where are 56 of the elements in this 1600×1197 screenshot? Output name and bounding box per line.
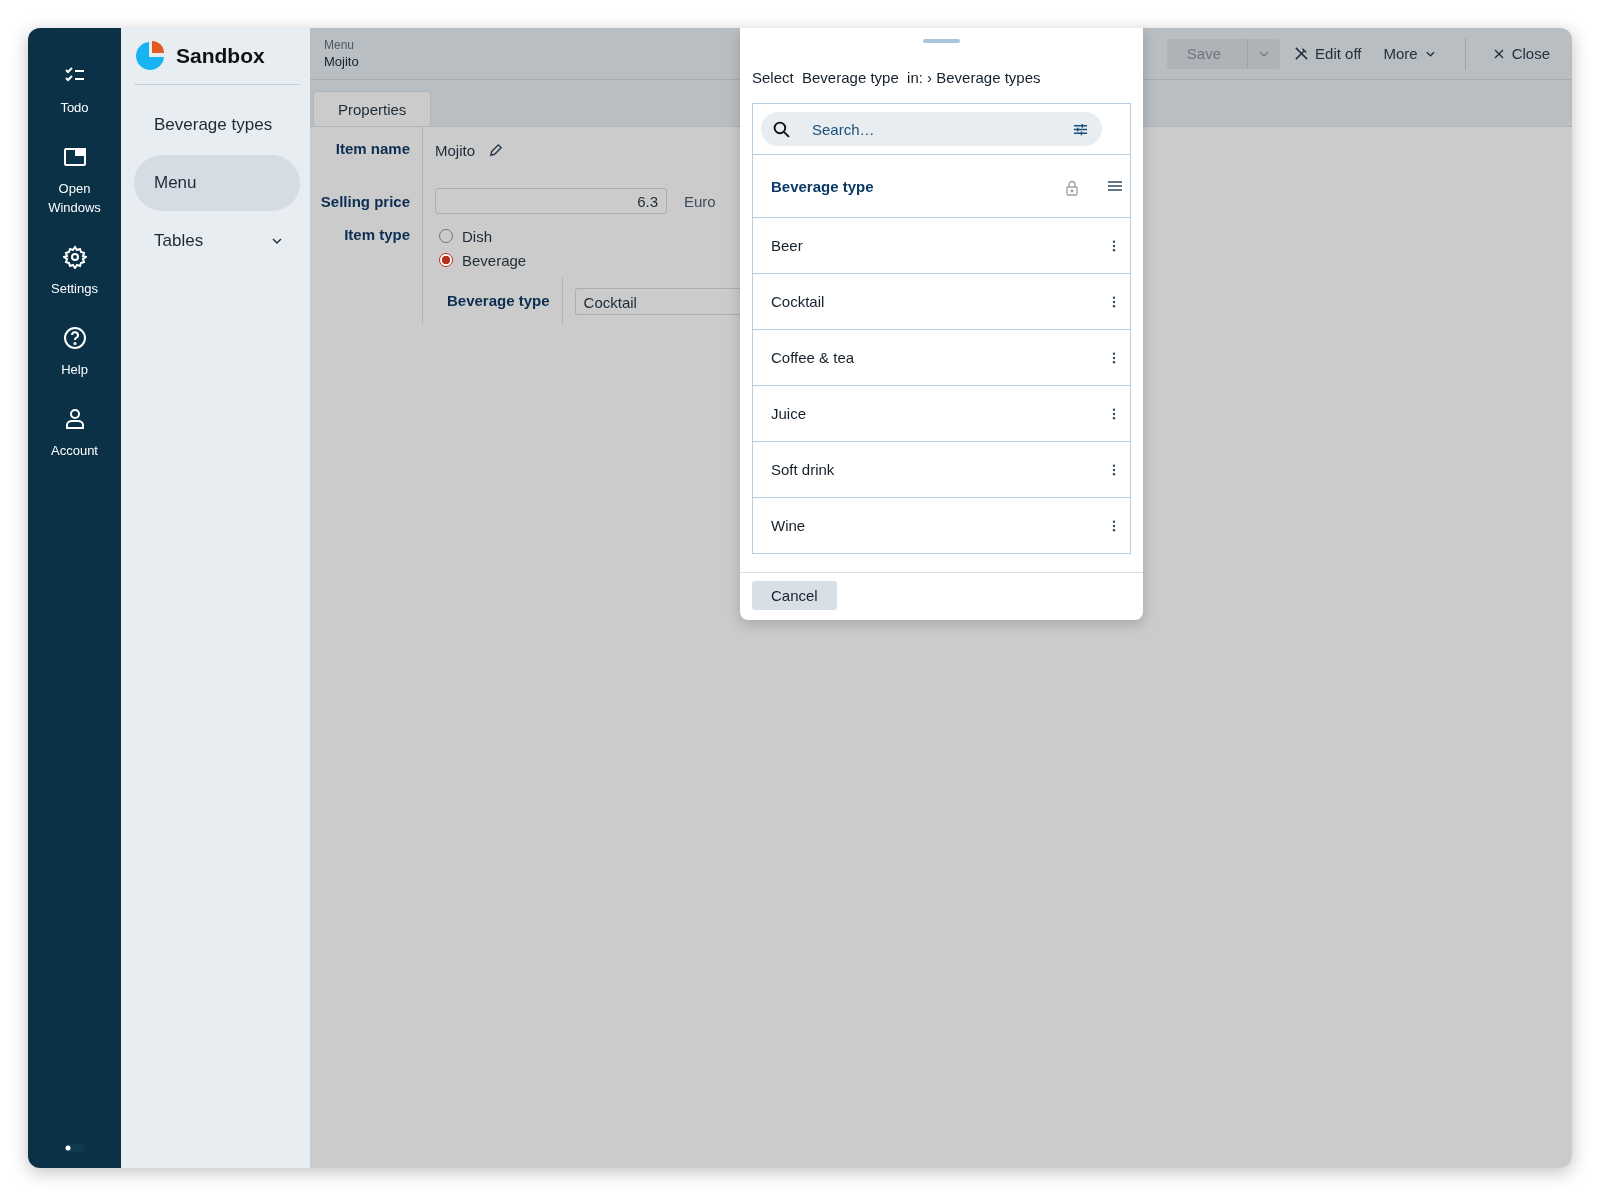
logo-icon xyxy=(134,40,166,72)
search-icon xyxy=(773,120,790,138)
field-label: Beverage type xyxy=(447,278,563,324)
nav-item[interactable]: Tables xyxy=(134,213,300,269)
rail-item[interactable]: Account xyxy=(28,407,121,460)
record-title: Mojito xyxy=(324,54,359,69)
crossed-pen-icon xyxy=(1294,46,1310,61)
list-row[interactable]: Soft drink xyxy=(771,461,1112,478)
list-row[interactable]: Wine xyxy=(771,517,1112,534)
field-label: Item type xyxy=(310,214,423,324)
help-icon xyxy=(62,326,87,350)
item-name-value: Mojito xyxy=(435,141,475,159)
kebab-icon[interactable] xyxy=(1112,351,1116,364)
price-field[interactable]: 6.3 xyxy=(435,188,667,214)
cancel-button[interactable]: Cancel xyxy=(752,581,837,610)
kebab-icon[interactable] xyxy=(1112,463,1116,476)
field-label: Selling price xyxy=(310,161,423,214)
list-row[interactable]: Beer xyxy=(771,237,1112,254)
search-input[interactable]: Search… xyxy=(810,119,1073,139)
field-label: Item name xyxy=(310,127,423,161)
column-header[interactable]: Beverage type xyxy=(771,177,1066,195)
nav-item[interactable]: Menu xyxy=(134,155,300,211)
unit-label: Euro xyxy=(684,192,716,210)
kebab-icon[interactable] xyxy=(1112,407,1116,420)
list-row[interactable]: Juice xyxy=(771,405,1112,422)
pencil-icon[interactable] xyxy=(488,142,503,158)
drag-handle[interactable] xyxy=(923,39,960,43)
tab[interactable]: Properties xyxy=(313,91,432,126)
close-icon xyxy=(1493,48,1504,59)
filter-icon[interactable] xyxy=(1073,121,1088,137)
list-row[interactable]: Coffee & tea xyxy=(771,349,1112,366)
radio-option[interactable]: Dish xyxy=(435,224,743,248)
list-row[interactable]: Cocktail xyxy=(771,293,1112,310)
lock-icon xyxy=(1066,180,1078,196)
edit-off-button[interactable]: Edit off xyxy=(1286,38,1370,69)
close-button[interactable]: Close xyxy=(1485,38,1558,69)
kebab-icon[interactable] xyxy=(1112,519,1116,532)
app-name: Sandbox xyxy=(176,44,265,68)
rail-item[interactable]: Help xyxy=(28,326,121,379)
menu-icon[interactable] xyxy=(1108,181,1122,191)
toggle-icon[interactable] xyxy=(64,1144,85,1152)
breadcrumb[interactable]: Menu xyxy=(324,38,359,52)
kebab-icon[interactable] xyxy=(1112,239,1116,252)
chevron-icon xyxy=(272,238,282,244)
rail-item[interactable]: Open Windows xyxy=(28,145,121,217)
caret-icon xyxy=(1425,50,1435,57)
dialog-prompt: Select Beverage type in: › Beverage types xyxy=(751,68,1042,88)
rail-item[interactable]: Settings xyxy=(28,245,121,298)
settings-icon xyxy=(62,245,87,269)
nav-item[interactable]: Beverage types xyxy=(134,97,300,153)
radio-option[interactable]: Beverage xyxy=(435,248,743,272)
more-button[interactable]: More xyxy=(1375,38,1443,69)
kebab-icon[interactable] xyxy=(1112,295,1116,308)
search-field[interactable]: Search… xyxy=(761,112,1102,146)
rail-item[interactable]: Todo xyxy=(28,64,121,117)
window-icon xyxy=(62,145,87,169)
